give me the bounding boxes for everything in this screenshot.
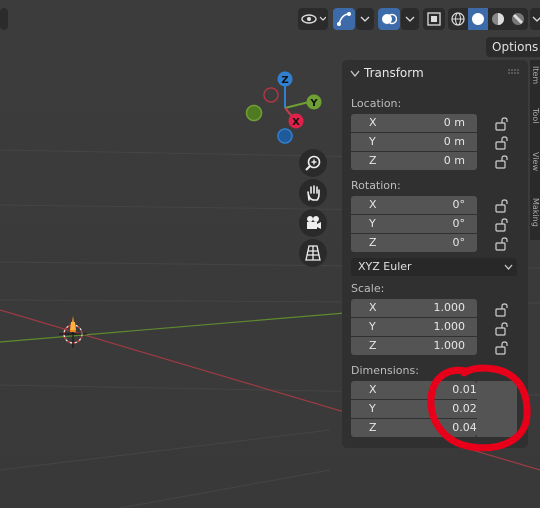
- rotation-mode-value: XYZ Euler: [358, 260, 412, 273]
- axis-label: Y: [369, 320, 376, 333]
- zoom-icon: [305, 155, 321, 171]
- view-icon: [301, 14, 326, 24]
- location-y-field[interactable]: Y 0 m: [351, 133, 477, 151]
- grid-icon: [305, 245, 321, 261]
- material-icon: [492, 13, 504, 25]
- neg-x-handle: [263, 87, 279, 103]
- camera-view-button[interactable]: [299, 209, 327, 237]
- options-dropdown[interactable]: Options: [486, 37, 540, 57]
- neg-y-handle: [245, 104, 263, 122]
- xray-toggle-button[interactable]: [423, 8, 445, 30]
- scale-label: Scale:: [351, 282, 385, 295]
- lock-icon[interactable]: [495, 237, 509, 251]
- gizmo-dropdown-button[interactable]: [356, 8, 374, 30]
- axis-label: Y: [369, 135, 376, 148]
- overlay-toggle-button[interactable]: [378, 8, 400, 30]
- editor-type-button[interactable]: [0, 8, 8, 30]
- solid-icon: [472, 13, 484, 25]
- rendered-shading-button[interactable]: [508, 8, 528, 30]
- axis-label: Z: [369, 339, 377, 352]
- lock-icon[interactable]: [495, 341, 509, 355]
- hand-icon: [307, 185, 320, 201]
- field-value: 0°: [452, 217, 466, 230]
- camera-icon: [307, 216, 321, 229]
- lock-icon[interactable]: [495, 322, 509, 336]
- rotation-label: Rotation:: [351, 179, 401, 192]
- view-visibility-button[interactable]: [298, 8, 328, 30]
- y-axis-label: Y: [309, 98, 318, 109]
- overlay-icon: [382, 13, 397, 25]
- rotation-y-field[interactable]: Y 0°: [351, 215, 477, 233]
- lock-icon[interactable]: [495, 155, 509, 169]
- location-z-field[interactable]: Z 0 m: [351, 152, 477, 170]
- chevron-down-icon: [532, 16, 540, 22]
- gizmo-icon: [337, 12, 351, 26]
- scale-y-field[interactable]: Y 1.000: [351, 318, 477, 336]
- wireframe-shading-button[interactable]: [448, 8, 468, 30]
- lock-icon[interactable]: [495, 136, 509, 150]
- sidebar-tabs: Item Tool View Making: [530, 60, 540, 240]
- material-shading-button[interactable]: [488, 8, 508, 30]
- y-axis-line: [0, 312, 346, 343]
- field-value: 0°: [452, 236, 466, 249]
- lock-icon[interactable]: [495, 117, 509, 131]
- object-origin: [59, 316, 87, 348]
- axis-label: X: [369, 198, 377, 211]
- wireframe-icon: [451, 12, 465, 26]
- scale-z-field[interactable]: Z 1.000: [351, 337, 477, 355]
- rotation-z-field[interactable]: Z 0°: [351, 234, 477, 252]
- chevron-down-icon: [360, 16, 370, 22]
- perspective-toggle-button[interactable]: [299, 239, 327, 267]
- neg-z-handle: [277, 128, 293, 144]
- scale-x-field[interactable]: X 1.000: [351, 299, 477, 317]
- pan-button[interactable]: [299, 179, 327, 207]
- axis-label: X: [369, 383, 377, 396]
- tab-view[interactable]: View: [530, 152, 540, 171]
- tab-item[interactable]: Item: [530, 66, 540, 84]
- panel-title[interactable]: Transform: [364, 66, 424, 80]
- field-value: 1.000: [433, 339, 466, 352]
- tab-tool[interactable]: Tool: [530, 108, 540, 124]
- axis-label: Z: [369, 236, 377, 249]
- annotation-circle: [427, 364, 531, 452]
- solid-shading-button[interactable]: [468, 8, 488, 30]
- z-axis-label: Z: [281, 75, 288, 86]
- field-value: 1.000: [433, 301, 466, 314]
- zoom-button[interactable]: [299, 149, 327, 177]
- field-value: 0 m: [443, 116, 465, 129]
- rendered-icon: [512, 13, 524, 25]
- lock-icon[interactable]: [495, 303, 509, 317]
- lock-icon[interactable]: [495, 199, 509, 213]
- chevron-down-icon[interactable]: [350, 70, 360, 78]
- gizmo-toggle-button[interactable]: [333, 8, 355, 30]
- viewport-header: [0, 0, 540, 36]
- overlay-dropdown-button[interactable]: [401, 8, 419, 30]
- field-value: 1.000: [433, 320, 466, 333]
- axis-label: X: [369, 301, 377, 314]
- location-label: Location:: [351, 97, 402, 110]
- axis-label: X: [369, 116, 377, 129]
- drag-handle-icon[interactable]: [508, 69, 520, 75]
- rotation-mode-dropdown[interactable]: XYZ Euler: [351, 258, 517, 276]
- tab-making[interactable]: Making: [530, 198, 540, 227]
- axis-label: Y: [369, 217, 376, 230]
- dimensions-label: Dimensions:: [351, 364, 419, 377]
- lock-icon[interactable]: [495, 218, 509, 232]
- axis-label: Y: [369, 402, 376, 415]
- xray-icon: [427, 12, 441, 26]
- axis-label: Z: [369, 421, 377, 434]
- shading-dropdown-button[interactable]: [530, 8, 540, 30]
- location-x-field[interactable]: X 0 m: [351, 114, 477, 132]
- axis-label: Z: [369, 154, 377, 167]
- options-label: Options: [492, 40, 539, 54]
- chevron-down-icon: [405, 16, 415, 22]
- rotation-x-field[interactable]: X 0°: [351, 196, 477, 214]
- field-value: 0 m: [443, 135, 465, 148]
- chevron-down-icon: [504, 264, 513, 270]
- field-value: 0 m: [443, 154, 465, 167]
- navigation-gizmo[interactable]: Z Y X: [240, 68, 330, 148]
- x-axis-label: X: [292, 117, 300, 128]
- field-value: 0°: [452, 198, 466, 211]
